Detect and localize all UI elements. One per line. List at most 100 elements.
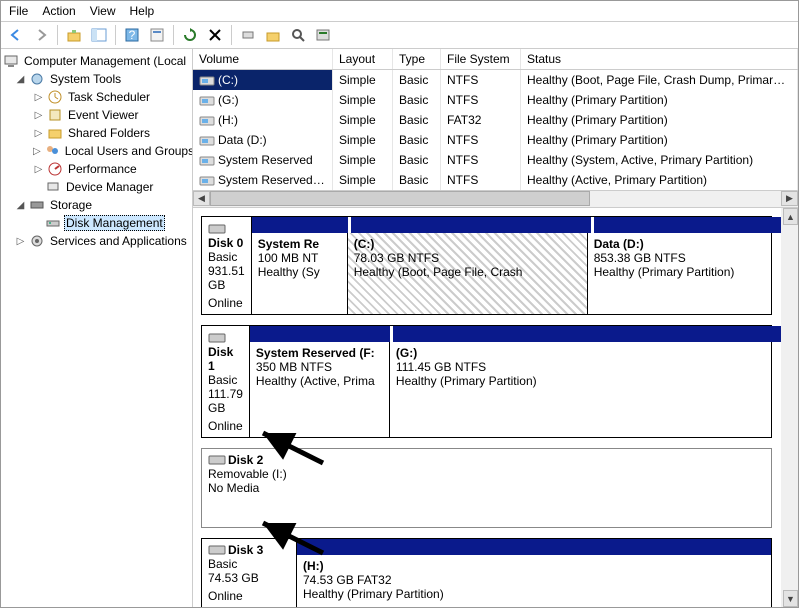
scroll-thumb[interactable]	[210, 191, 590, 206]
disk-info: Disk 2 Removable (I:) No Media	[202, 449, 297, 527]
tools-icon	[29, 71, 45, 87]
refresh-button[interactable]	[179, 24, 201, 46]
disk-icon	[208, 331, 226, 345]
disk-info: Disk 3 Basic 74.53 GB Online	[202, 539, 297, 607]
volume-icon	[199, 115, 215, 127]
menu-help[interactable]: Help	[130, 4, 155, 18]
expand-icon[interactable]: ▷	[33, 146, 41, 157]
disk-partitions	[297, 449, 771, 527]
partition[interactable]: Data (D:)853.38 GB NTFSHealthy (Primary …	[588, 233, 798, 314]
delete-button[interactable]	[204, 24, 226, 46]
expand-icon[interactable]: ▷	[15, 236, 26, 247]
expand-icon[interactable]: ▷	[33, 164, 44, 175]
disk-stripe	[297, 539, 771, 555]
forward-button[interactable]	[30, 24, 52, 46]
svg-text:?: ?	[129, 28, 136, 42]
volume-icon	[199, 175, 215, 187]
toolbar-divider	[231, 25, 232, 45]
disk-card[interactable]: Disk 2 Removable (I:) No Media	[201, 448, 772, 528]
disk-partitions: System Re100 MB NTHealthy (Sy (C:)78.03 …	[252, 233, 798, 314]
tree-task-scheduler[interactable]: ▷ Task Scheduler	[1, 88, 192, 106]
scroll-left-icon[interactable]: ◀	[193, 191, 210, 206]
col-layout[interactable]: Layout	[333, 49, 393, 69]
col-filesystem[interactable]: File System	[441, 49, 521, 69]
horizontal-scrollbar[interactable]: ◀ ▶	[193, 190, 798, 207]
event-icon	[47, 107, 63, 123]
users-icon	[44, 143, 60, 159]
collapse-icon[interactable]: ◢	[15, 200, 26, 211]
disk-partitions: System Reserved (F:350 MB NTFSHealthy (A…	[250, 342, 798, 437]
col-status[interactable]: Status	[521, 49, 798, 69]
volume-icon	[199, 135, 215, 147]
collapse-icon[interactable]: ◢	[15, 74, 26, 85]
performance-icon	[47, 161, 63, 177]
partition[interactable]: System Re100 MB NTHealthy (Sy	[252, 233, 348, 314]
tree-device-manager[interactable]: Device Manager	[1, 178, 192, 196]
disk-icon	[208, 453, 226, 467]
volume-row[interactable]: System ReservedSimpleBasicNTFSHealthy (S…	[193, 150, 798, 170]
toolbar-divider	[57, 25, 58, 45]
navigation-tree[interactable]: Computer Management (Local ◢ System Tool…	[1, 49, 193, 607]
menu-action[interactable]: Action	[42, 4, 75, 18]
disk-info: Disk 0 Basic 931.51 GB Online	[202, 217, 252, 314]
partition[interactable]: (G:)111.45 GB NTFSHealthy (Primary Parti…	[390, 342, 798, 437]
partition[interactable]: System Reserved (F:350 MB NTFSHealthy (A…	[250, 342, 390, 437]
scroll-down-icon[interactable]: ▼	[783, 590, 798, 607]
tree-root-label: Computer Management (Local	[22, 53, 188, 69]
expand-icon[interactable]: ▷	[33, 110, 44, 121]
tree-storage[interactable]: ◢ Storage	[1, 196, 192, 214]
col-type[interactable]: Type	[393, 49, 441, 69]
action4-button[interactable]	[312, 24, 334, 46]
toolbar: ?	[1, 22, 798, 49]
menu-view[interactable]: View	[90, 4, 116, 18]
tree-local-users[interactable]: ▷ Local Users and Groups	[1, 142, 192, 160]
back-button[interactable]	[5, 24, 27, 46]
services-icon	[29, 233, 45, 249]
help-button[interactable]: ?	[121, 24, 143, 46]
scroll-right-icon[interactable]: ▶	[781, 191, 798, 206]
scroll-up-icon[interactable]: ▲	[783, 208, 798, 225]
clock-icon	[47, 89, 63, 105]
action3-button[interactable]	[287, 24, 309, 46]
expand-icon[interactable]: ▷	[33, 128, 44, 139]
partition[interactable]: (H:)74.53 GB FAT32Healthy (Primary Parti…	[297, 555, 677, 607]
disk-stripe	[250, 326, 798, 342]
tree-disk-management[interactable]: Disk Management	[1, 214, 192, 232]
volume-row[interactable]: System Reserved (F:)SimpleBasicNTFSHealt…	[193, 170, 798, 190]
disk-card[interactable]: Disk 1 Basic 111.79 GB Online System Res…	[201, 325, 772, 438]
menu-file[interactable]: File	[9, 4, 28, 18]
partition[interactable]: (C:)78.03 GB NTFSHealthy (Boot, Page Fil…	[348, 233, 588, 314]
up-button[interactable]	[63, 24, 85, 46]
disk-icon	[208, 543, 226, 557]
volume-list[interactable]: Volume Layout Type File System Status (C…	[193, 49, 798, 208]
volume-row[interactable]: (C:)SimpleBasicNTFSHealthy (Boot, Page F…	[193, 70, 798, 90]
disk-stripe	[252, 217, 798, 233]
col-volume[interactable]: Volume	[193, 49, 333, 69]
vertical-scrollbar[interactable]: ▲ ▼	[781, 208, 798, 607]
disk-card[interactable]: Disk 0 Basic 931.51 GB Online System Re1…	[201, 216, 772, 315]
tree-root[interactable]: Computer Management (Local	[1, 52, 192, 70]
disk-card[interactable]: Disk 3 Basic 74.53 GB Online (H:)74.53 G…	[201, 538, 772, 607]
shared-folder-icon	[47, 125, 63, 141]
show-hide-tree-button[interactable]	[88, 24, 110, 46]
tree-shared-folders[interactable]: ▷ Shared Folders	[1, 124, 192, 142]
action2-button[interactable]	[262, 24, 284, 46]
tree-event-viewer[interactable]: ▷ Event Viewer	[1, 106, 192, 124]
action1-button[interactable]	[237, 24, 259, 46]
volume-row[interactable]: (G:)SimpleBasicNTFSHealthy (Primary Part…	[193, 90, 798, 110]
volume-row[interactable]: (H:)SimpleBasicFAT32Healthy (Primary Par…	[193, 110, 798, 130]
tree-performance[interactable]: ▷ Performance	[1, 160, 192, 178]
disk-icon	[208, 222, 226, 236]
volume-list-header: Volume Layout Type File System Status	[193, 49, 798, 70]
volume-icon	[199, 75, 215, 87]
volume-icon	[199, 95, 215, 107]
properties-button[interactable]	[146, 24, 168, 46]
tree-system-tools[interactable]: ◢ System Tools	[1, 70, 192, 88]
disk-mgmt-icon	[45, 215, 61, 231]
volume-row[interactable]: Data (D:)SimpleBasicNTFSHealthy (Primary…	[193, 130, 798, 150]
toolbar-divider	[173, 25, 174, 45]
tree-services-apps[interactable]: ▷ Services and Applications	[1, 232, 192, 250]
expand-icon[interactable]: ▷	[33, 92, 44, 103]
disk-graphical-view[interactable]: Disk 0 Basic 931.51 GB Online System Re1…	[193, 208, 798, 607]
volume-icon	[199, 155, 215, 167]
